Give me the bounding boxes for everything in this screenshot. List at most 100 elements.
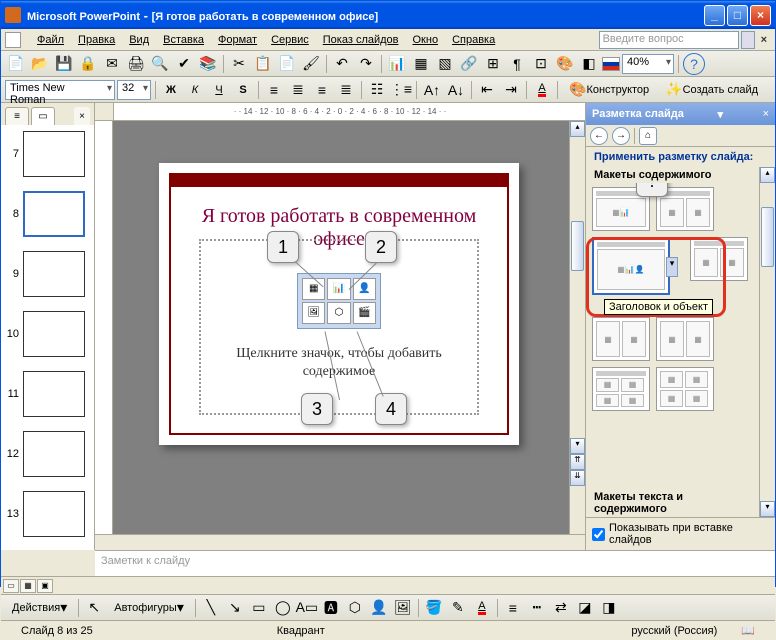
layout-item[interactable]: ▦▦▦▦ xyxy=(592,367,650,411)
font-color-button[interactable]: A xyxy=(531,79,553,101)
taskpane-back-button[interactable]: ← xyxy=(590,127,608,145)
layout-item[interactable]: ▦▦ xyxy=(656,317,714,361)
insert-media-icon[interactable]: 🎬 xyxy=(353,302,376,324)
taskpane-close-button[interactable]: × xyxy=(763,108,769,120)
arrow-tool[interactable]: ↘ xyxy=(224,597,246,619)
textbox-tool[interactable]: A▭ xyxy=(296,597,318,619)
layout-dropdown-button[interactable]: ▾ xyxy=(666,257,678,277)
diagram-tool[interactable]: ⬡ xyxy=(344,597,366,619)
increase-indent-button[interactable]: ⇥ xyxy=(500,79,522,101)
align-left-button[interactable]: ≡ xyxy=(263,79,285,101)
arrow-style-button[interactable]: ⇄ xyxy=(550,597,572,619)
font-combo[interactable]: Times New Roman xyxy=(5,80,115,100)
slides-tab[interactable]: ▭ xyxy=(31,107,55,125)
menu-window[interactable]: Окно xyxy=(407,32,445,48)
autoshapes-menu[interactable]: Автофигуры ▾ xyxy=(107,597,191,619)
select-tool[interactable]: ↖ xyxy=(83,597,105,619)
rectangle-tool[interactable]: ▭ xyxy=(248,597,270,619)
line-color-button[interactable]: ✎ xyxy=(447,597,469,619)
minimize-button[interactable]: _ xyxy=(704,5,725,26)
paste-button[interactable]: 📄 xyxy=(276,53,298,75)
line-tool[interactable]: ╲ xyxy=(200,597,222,619)
insert-diagram-icon[interactable]: ⬡ xyxy=(327,302,350,324)
show-formatting-button[interactable]: ¶ xyxy=(506,53,528,75)
clipart-tool[interactable]: 👤 xyxy=(368,597,390,619)
preview-button[interactable]: 🔍 xyxy=(149,53,171,75)
taskpane-dropdown-icon[interactable]: ▾ xyxy=(717,108,723,121)
scroll-up-button[interactable]: ▴ xyxy=(570,121,585,137)
save-button[interactable]: 💾 xyxy=(53,53,75,75)
numbering-button[interactable]: ☷ xyxy=(366,79,388,101)
show-on-insert-checkbox[interactable] xyxy=(592,528,605,541)
decrease-indent-button[interactable]: ⇤ xyxy=(476,79,498,101)
notes-pane[interactable]: Заметки к слайду xyxy=(95,550,775,576)
increase-font-button[interactable]: A↑ xyxy=(421,79,443,101)
3d-style-button[interactable]: ◨ xyxy=(598,597,620,619)
sorter-view-button[interactable]: ▦ xyxy=(20,579,36,593)
italic-button[interactable]: К xyxy=(184,79,206,101)
prev-slide-button[interactable]: ⇈ xyxy=(570,454,585,470)
insert-chart-icon[interactable]: 📊 xyxy=(327,278,350,300)
shadow-button[interactable]: S xyxy=(232,79,254,101)
grayscale-button[interactable]: ◧ xyxy=(578,53,600,75)
menu-edit[interactable]: Правка xyxy=(72,32,121,48)
cut-button[interactable]: ✂ xyxy=(228,53,250,75)
wordart-tool[interactable]: 🅰 xyxy=(320,597,342,619)
new-button[interactable]: 📄 xyxy=(5,53,27,75)
shadow-style-button[interactable]: ◪ xyxy=(574,597,596,619)
slide-thumb[interactable] xyxy=(23,431,85,477)
decrease-font-button[interactable]: A↓ xyxy=(445,79,467,101)
insert-table-icon[interactable]: ▦ xyxy=(302,278,325,300)
expand-button[interactable]: ⊞ xyxy=(482,53,504,75)
permission-button[interactable]: 🔒 xyxy=(77,53,99,75)
insert-hyperlink-button[interactable]: 🔗 xyxy=(458,53,480,75)
close-button[interactable]: × xyxy=(750,5,771,26)
research-button[interactable]: 📚 xyxy=(197,53,219,75)
designer-button[interactable]: 🎨 Конструктор xyxy=(562,79,656,101)
status-spelling-icon[interactable]: 📖 xyxy=(729,624,767,637)
email-button[interactable]: ✉ xyxy=(101,53,123,75)
slide-thumb[interactable] xyxy=(23,131,85,177)
layout-item[interactable]: ▦▦ xyxy=(690,237,748,281)
font-size-combo[interactable]: 32 xyxy=(117,80,151,100)
vertical-ruler[interactable] xyxy=(95,121,113,534)
status-language[interactable]: русский (Россия) xyxy=(619,625,729,637)
menu-tools[interactable]: Сервис xyxy=(265,32,315,48)
layout-item[interactable]: ▦▦▦▦ xyxy=(656,367,714,411)
menu-file[interactable]: Файл xyxy=(31,32,70,48)
menu-format[interactable]: Формат xyxy=(212,32,263,48)
help-search-dropdown[interactable] xyxy=(741,31,755,49)
slideshow-view-button[interactable]: ▣ xyxy=(37,579,53,593)
mdi-close-button[interactable]: × xyxy=(757,34,771,46)
align-right-button[interactable]: ≡ xyxy=(311,79,333,101)
actions-menu[interactable]: Действия ▾ xyxy=(5,597,74,619)
align-center-button[interactable]: ≣ xyxy=(287,79,309,101)
normal-view-button[interactable]: ▭ xyxy=(3,579,19,593)
align-justify-button[interactable]: ≣ xyxy=(335,79,357,101)
oval-tool[interactable]: ◯ xyxy=(272,597,294,619)
slide-thumb[interactable] xyxy=(23,371,85,417)
format-painter-button[interactable]: 🖌 xyxy=(300,53,322,75)
print-button[interactable]: 🖨 xyxy=(125,53,147,75)
help-button[interactable]: ? xyxy=(683,53,705,75)
horizontal-scrollbar[interactable] xyxy=(95,535,585,550)
scroll-down-button[interactable]: ▾ xyxy=(760,501,775,517)
spellcheck-button[interactable]: ✔ xyxy=(173,53,195,75)
underline-button[interactable]: Ч xyxy=(208,79,230,101)
taskpane-scrollbar[interactable]: ▴ ▾ xyxy=(759,167,775,517)
scroll-thumb[interactable] xyxy=(761,207,774,267)
color-button[interactable]: 🎨 xyxy=(554,53,576,75)
insert-table-button[interactable]: ▦ xyxy=(410,53,432,75)
dash-style-button[interactable]: ┅ xyxy=(526,597,548,619)
slide-thumb[interactable] xyxy=(23,491,85,537)
grid-button[interactable]: ⊡ xyxy=(530,53,552,75)
maximize-button[interactable]: □ xyxy=(727,5,748,26)
language-flag-icon[interactable] xyxy=(602,57,620,71)
thumbnail-list[interactable]: 7 8 9 10 11 12 13 14 xyxy=(1,125,94,550)
menu-help[interactable]: Справка xyxy=(446,32,501,48)
scroll-up-button[interactable]: ▴ xyxy=(760,167,775,183)
menu-view[interactable]: Вид xyxy=(123,32,155,48)
slide-thumb[interactable] xyxy=(23,251,85,297)
outline-close-button[interactable]: × xyxy=(74,107,90,125)
outline-tab[interactable]: ≡ xyxy=(5,107,29,125)
